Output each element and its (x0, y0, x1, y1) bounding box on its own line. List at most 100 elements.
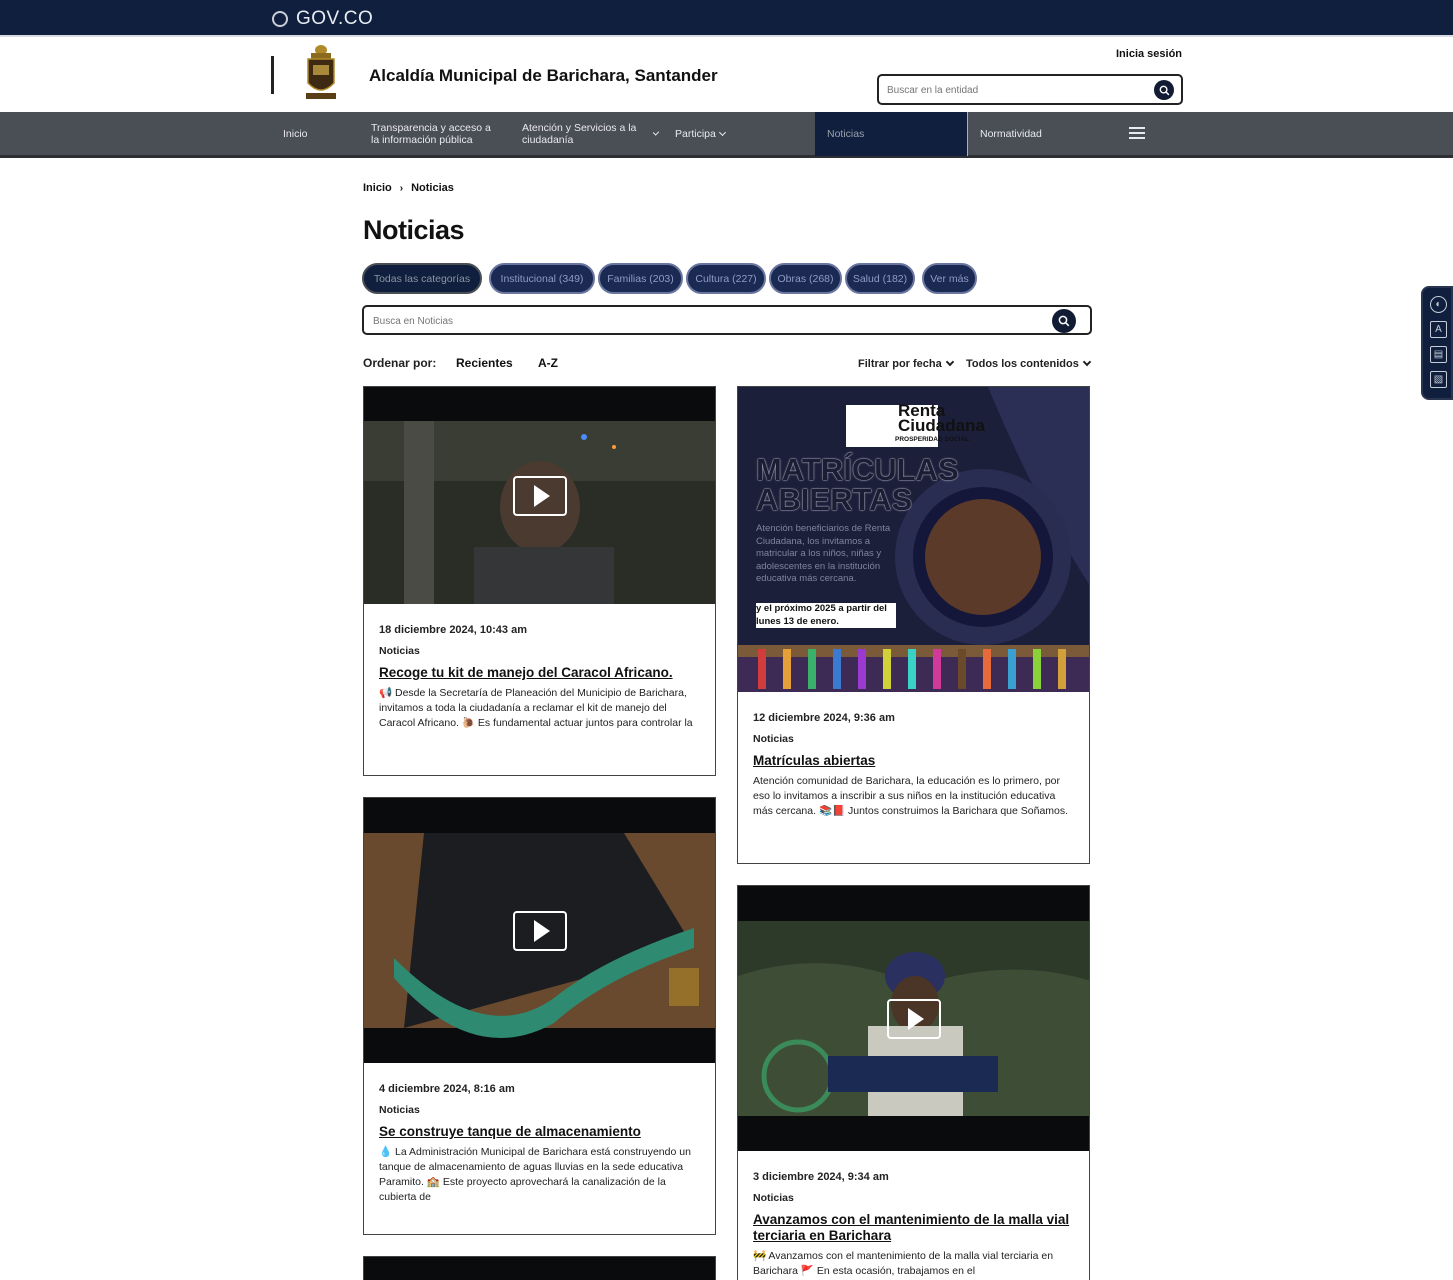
chip-label: Ver más (930, 272, 969, 285)
news-image[interactable]: Renta Ciudadana PROSPERIDAD SOCIAL MATRÍ… (738, 387, 1089, 692)
news-video-thumbnail[interactable] (364, 387, 715, 604)
breadcrumb-separator: › (399, 182, 404, 194)
news-title-link[interactable]: Se construye tanque de almacenamiento (379, 1124, 700, 1140)
news-category: Noticias (379, 645, 420, 657)
news-title-link[interactable]: Matrículas abiertas (753, 753, 1074, 769)
breadcrumb: Inicio › Noticias (363, 182, 454, 194)
chip-all-categories[interactable]: Todas las categorías (362, 263, 482, 294)
gov-co-logo[interactable]: GOV.CO (272, 8, 373, 30)
news-summary: 🚧 Avanzamos con el mantenimiento de la m… (753, 1250, 1054, 1277)
news-title-link[interactable]: Avanzamos con el mantenimiento de la mal… (753, 1212, 1074, 1244)
chevron-down-icon (1082, 357, 1092, 367)
nav-item-participa[interactable]: Participa (675, 112, 755, 156)
content-filter-label: Todos los contenidos (966, 358, 1079, 370)
nav-item-transparencia[interactable]: Transparencia y acceso a la información … (371, 112, 501, 156)
chip-familias[interactable]: Familias (203) (598, 263, 683, 294)
news-card[interactable]: 3 diciembre 2024, 9:34 am Noticias Avanz… (737, 885, 1090, 1280)
gov-co-icon (272, 11, 288, 27)
date-filter-label: Filtrar por fecha (858, 358, 942, 370)
news-video-thumbnail[interactable] (364, 798, 715, 1063)
chip-label: Todas las categorías (373, 272, 471, 285)
poster-brand-sub: PROSPERIDAD SOCIAL (895, 436, 970, 443)
news-search-button[interactable] (1052, 309, 1076, 333)
contrast-icon[interactable]: ◐ (1430, 296, 1447, 313)
hamburger-menu-icon[interactable] (1129, 127, 1145, 141)
entity-search-input[interactable] (887, 82, 1142, 98)
login-link[interactable]: Inicia sesión (1116, 48, 1182, 60)
font-size-icon[interactable]: A (1430, 321, 1447, 338)
news-title-link[interactable]: Recoge tu kit de manejo del Caracol Afri… (379, 665, 700, 681)
news-date: 12 diciembre 2024, 9:36 am (753, 712, 895, 724)
nav-item-noticias[interactable]: Noticias (815, 112, 968, 156)
nav-item-normatividad[interactable]: Normatividad (980, 112, 1080, 156)
news-category: Noticias (379, 1104, 420, 1116)
nav-item-label: Transparencia y acceso a la información … (371, 122, 491, 146)
news-date: 3 diciembre 2024, 9:34 am (753, 1171, 889, 1183)
news-card[interactable]: 18 diciembre 2024, 10:43 am Noticias Rec… (363, 386, 716, 776)
entity-search-button[interactable] (1154, 80, 1174, 100)
news-date: 4 diciembre 2024, 8:16 am (379, 1083, 515, 1095)
date-filter-dropdown[interactable]: Filtrar por fecha (858, 357, 954, 370)
chip-obras[interactable]: Obras (268) (769, 263, 842, 294)
news-video-thumbnail[interactable] (364, 1257, 715, 1280)
accessibility-toolbar: ◐ A ▤ ▧ (1421, 286, 1453, 400)
municipal-crest-logo[interactable] (303, 43, 339, 105)
nav-item-label: Inicio (283, 128, 308, 140)
chip-cultura[interactable]: Cultura (227) (686, 263, 766, 294)
chip-label: Salud (182) (852, 272, 908, 285)
image-toggle-icon[interactable]: ▤ (1430, 346, 1447, 363)
news-card-body: 3 diciembre 2024, 9:34 am Noticias Avanz… (738, 1151, 1089, 1280)
page-title: Noticias (363, 215, 465, 245)
nav-item-atencion[interactable]: Atención y Servicios a la ciudadanía (522, 112, 660, 156)
news-summary: 💧 La Administración Municipal de Baricha… (379, 1146, 691, 1203)
sort-bar: Ordenar por: Recientes A-Z Filtrar por f… (363, 356, 1092, 374)
chip-label: Institucional (349) (500, 272, 584, 285)
search-icon (1058, 315, 1070, 327)
search-icon (1159, 85, 1169, 95)
news-card[interactable]: Renta Ciudadana PROSPERIDAD SOCIAL MATRÍ… (737, 386, 1090, 864)
chevron-down-icon (945, 357, 954, 367)
news-video-thumbnail[interactable] (738, 886, 1089, 1151)
nav-item-label: Noticias (827, 128, 865, 140)
breadcrumb-current: Noticias (411, 182, 454, 194)
entity-search (877, 74, 1183, 105)
news-date: 18 diciembre 2024, 10:43 am (379, 624, 527, 636)
gov-bar: GOV.CO (0, 0, 1453, 37)
news-summary: Atención comunidad de Barichara, la educ… (753, 775, 1069, 817)
reader-icon[interactable]: ▧ (1430, 371, 1447, 388)
play-icon[interactable] (886, 998, 941, 1039)
entity-name[interactable]: Alcaldía Municipal de Barichara, Santand… (369, 66, 718, 86)
chevron-down-icon (718, 128, 726, 137)
poster-brand: Renta Ciudadana (898, 401, 985, 435)
content-filter-dropdown[interactable]: Todos los contenidos (966, 357, 1092, 370)
poster-headline: MATRÍCULAS ABIERTAS (756, 452, 959, 517)
news-card[interactable]: 4 diciembre 2024, 8:16 am Noticias Se co… (363, 797, 716, 1235)
chip-salud[interactable]: Salud (182) (845, 263, 915, 294)
chip-ver-mas[interactable]: Ver más (922, 263, 977, 294)
play-icon[interactable] (512, 475, 567, 516)
gov-co-brand: GOV.CO (296, 8, 374, 29)
nav-item-label: Normatividad (980, 128, 1042, 140)
breadcrumb-home[interactable]: Inicio (363, 182, 392, 194)
nav-item-inicio[interactable]: Inicio (283, 112, 343, 156)
sort-label: Ordenar por: (363, 356, 437, 370)
sort-a-z[interactable]: A-Z (538, 356, 558, 370)
header-divider (271, 56, 274, 94)
news-card[interactable] (363, 1256, 716, 1280)
nav-item-label: Atención y Servicios a la ciudadanía (522, 122, 637, 146)
news-summary: 📢 Desde la Secretaría de Planeación del … (379, 687, 693, 729)
poster-text-bold: y el próximo 2025 a partir del lunes 13 … (756, 603, 896, 628)
chip-institucional[interactable]: Institucional (349) (489, 263, 595, 294)
site-header: Alcaldía Municipal de Barichara, Santand… (0, 39, 1453, 112)
sort-recientes[interactable]: Recientes (456, 356, 513, 370)
news-card-body: 12 diciembre 2024, 9:36 am Noticias Matr… (738, 692, 1089, 831)
news-search (362, 305, 1092, 335)
nav-item-label: Participa (675, 128, 716, 140)
news-search-input[interactable] (373, 313, 1033, 329)
chip-label: Familias (203) (607, 272, 674, 285)
play-icon[interactable] (512, 910, 567, 951)
poster-text: Atención beneficiarios de Renta Ciudadan… (756, 523, 891, 584)
main-nav: Inicio Transparencia y acceso a la infor… (0, 112, 1453, 158)
news-card-body: 18 diciembre 2024, 10:43 am Noticias Rec… (364, 604, 715, 743)
news-category: Noticias (753, 733, 794, 745)
